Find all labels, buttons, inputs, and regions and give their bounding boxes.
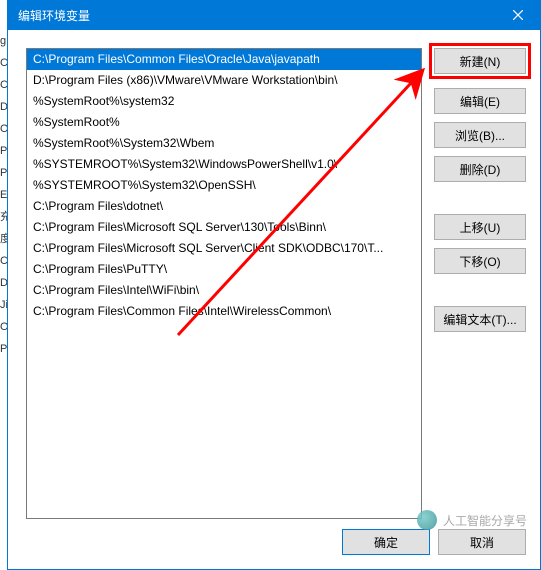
watermark: 人工智能分享号 <box>417 510 527 530</box>
list-item[interactable]: %SYSTEMROOT%\System32\OpenSSH\ <box>27 175 421 196</box>
dialog-content: C:\Program Files\Common Files\Oracle\Jav… <box>8 30 540 569</box>
list-item[interactable]: C:\Program Files\Microsoft SQL Server\13… <box>27 217 421 238</box>
list-item[interactable]: %SystemRoot%\system32 <box>27 91 421 112</box>
watermark-icon <box>417 510 437 530</box>
edit-button[interactable]: 编辑(E) <box>434 88 526 114</box>
titlebar: 编辑环境变量 <box>8 0 540 30</box>
list-item[interactable]: %SystemRoot%\System32\Wbem <box>27 133 421 154</box>
list-item[interactable]: C:\Program Files\PuTTY\ <box>27 259 421 280</box>
env-var-dialog: 编辑环境变量 C:\Program Files\Common Files\Ora… <box>7 0 541 570</box>
list-item[interactable]: D:\Program Files (x86)\VMware\VMware Wor… <box>27 70 421 91</box>
move-up-button[interactable]: 上移(U) <box>434 214 526 240</box>
browse-button[interactable]: 浏览(B)... <box>434 122 526 148</box>
button-column: 新建(N) 编辑(E) 浏览(B)... 删除(D) 上移(U) 下移(O) 编… <box>434 48 526 519</box>
watermark-text: 人工智能分享号 <box>443 512 527 529</box>
list-item[interactable]: C:\Program Files\Intel\WiFi\bin\ <box>27 280 421 301</box>
list-item[interactable]: C:\Program Files\Common Files\Oracle\Jav… <box>27 49 421 70</box>
close-icon <box>513 10 523 20</box>
close-button[interactable] <box>495 0 540 30</box>
list-item[interactable]: %SystemRoot% <box>27 112 421 133</box>
list-item[interactable]: C:\Program Files\Common Files\Intel\Wire… <box>27 301 421 322</box>
new-button[interactable]: 新建(N) <box>434 48 526 74</box>
list-item[interactable]: C:\Program Files\dotnet\ <box>27 196 421 217</box>
main-row: C:\Program Files\Common Files\Oracle\Jav… <box>26 48 526 519</box>
cancel-button[interactable]: 取消 <box>438 529 526 555</box>
list-item[interactable]: C:\Program Files\Microsoft SQL Server\Cl… <box>27 238 421 259</box>
path-listbox[interactable]: C:\Program Files\Common Files\Oracle\Jav… <box>26 48 422 519</box>
move-down-button[interactable]: 下移(O) <box>434 248 526 274</box>
ok-button[interactable]: 确定 <box>342 529 430 555</box>
list-item[interactable]: %SYSTEMROOT%\System32\WindowsPowerShell\… <box>27 154 421 175</box>
delete-button[interactable]: 删除(D) <box>434 156 526 182</box>
titlebar-text: 编辑环境变量 <box>18 7 495 24</box>
edit-text-button[interactable]: 编辑文本(T)... <box>434 306 526 332</box>
